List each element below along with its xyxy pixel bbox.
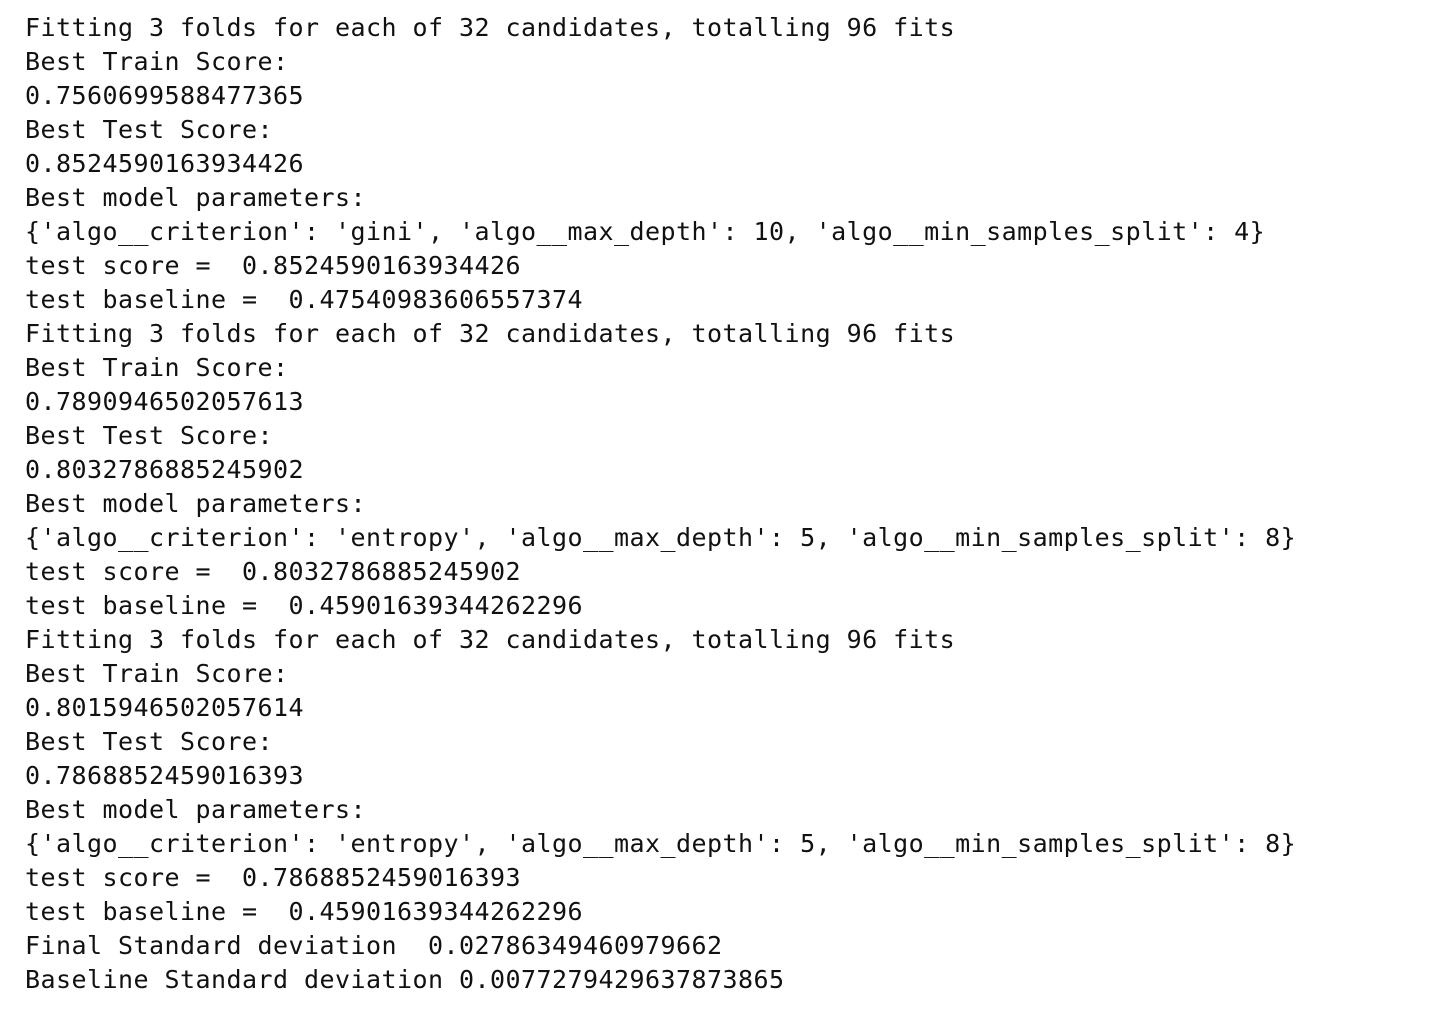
console-output: Fitting 3 folds for each of 32 candidate… — [25, 11, 1435, 997]
output-line: Best Test Score: — [25, 421, 274, 450]
output-line: Best model parameters: — [25, 795, 367, 824]
output-line: Best model parameters: — [25, 183, 367, 212]
output-line: Baseline Standard deviation 0.0077279429… — [25, 965, 785, 994]
output-line: Best Test Score: — [25, 727, 274, 756]
output-line: test score = 0.8524590163934426 — [25, 251, 522, 280]
output-line: {'algo__criterion': 'entropy', 'algo__ma… — [25, 523, 1297, 552]
output-line: 0.7868852459016393 — [25, 761, 305, 790]
output-line: Best model parameters: — [25, 489, 367, 518]
output-line: 0.7560699588477365 — [25, 81, 305, 110]
output-line: Fitting 3 folds for each of 32 candidate… — [25, 625, 956, 654]
output-line: Best Train Score: — [25, 47, 289, 76]
output-line: test baseline = 0.45901639344262296 — [25, 591, 584, 620]
output-line: Best Test Score: — [25, 115, 274, 144]
output-line: {'algo__criterion': 'entropy', 'algo__ma… — [25, 829, 1297, 858]
output-line: Best Train Score: — [25, 353, 289, 382]
output-line: 0.8015946502057614 — [25, 693, 305, 722]
output-line: Final Standard deviation 0.0278634946097… — [25, 931, 723, 960]
output-line: Fitting 3 folds for each of 32 candidate… — [25, 319, 956, 348]
output-line: Best Train Score: — [25, 659, 289, 688]
output-line: 0.8032786885245902 — [25, 455, 305, 484]
output-line: {'algo__criterion': 'gini', 'algo__max_d… — [25, 217, 1266, 246]
output-line: Fitting 3 folds for each of 32 candidate… — [25, 13, 956, 42]
output-line: 0.8524590163934426 — [25, 149, 305, 178]
output-line: test baseline = 0.45901639344262296 — [25, 897, 584, 926]
output-line: test score = 0.7868852459016393 — [25, 863, 522, 892]
output-line: test baseline = 0.47540983606557374 — [25, 285, 584, 314]
output-line: test score = 0.8032786885245902 — [25, 557, 522, 586]
output-line: 0.7890946502057613 — [25, 387, 305, 416]
